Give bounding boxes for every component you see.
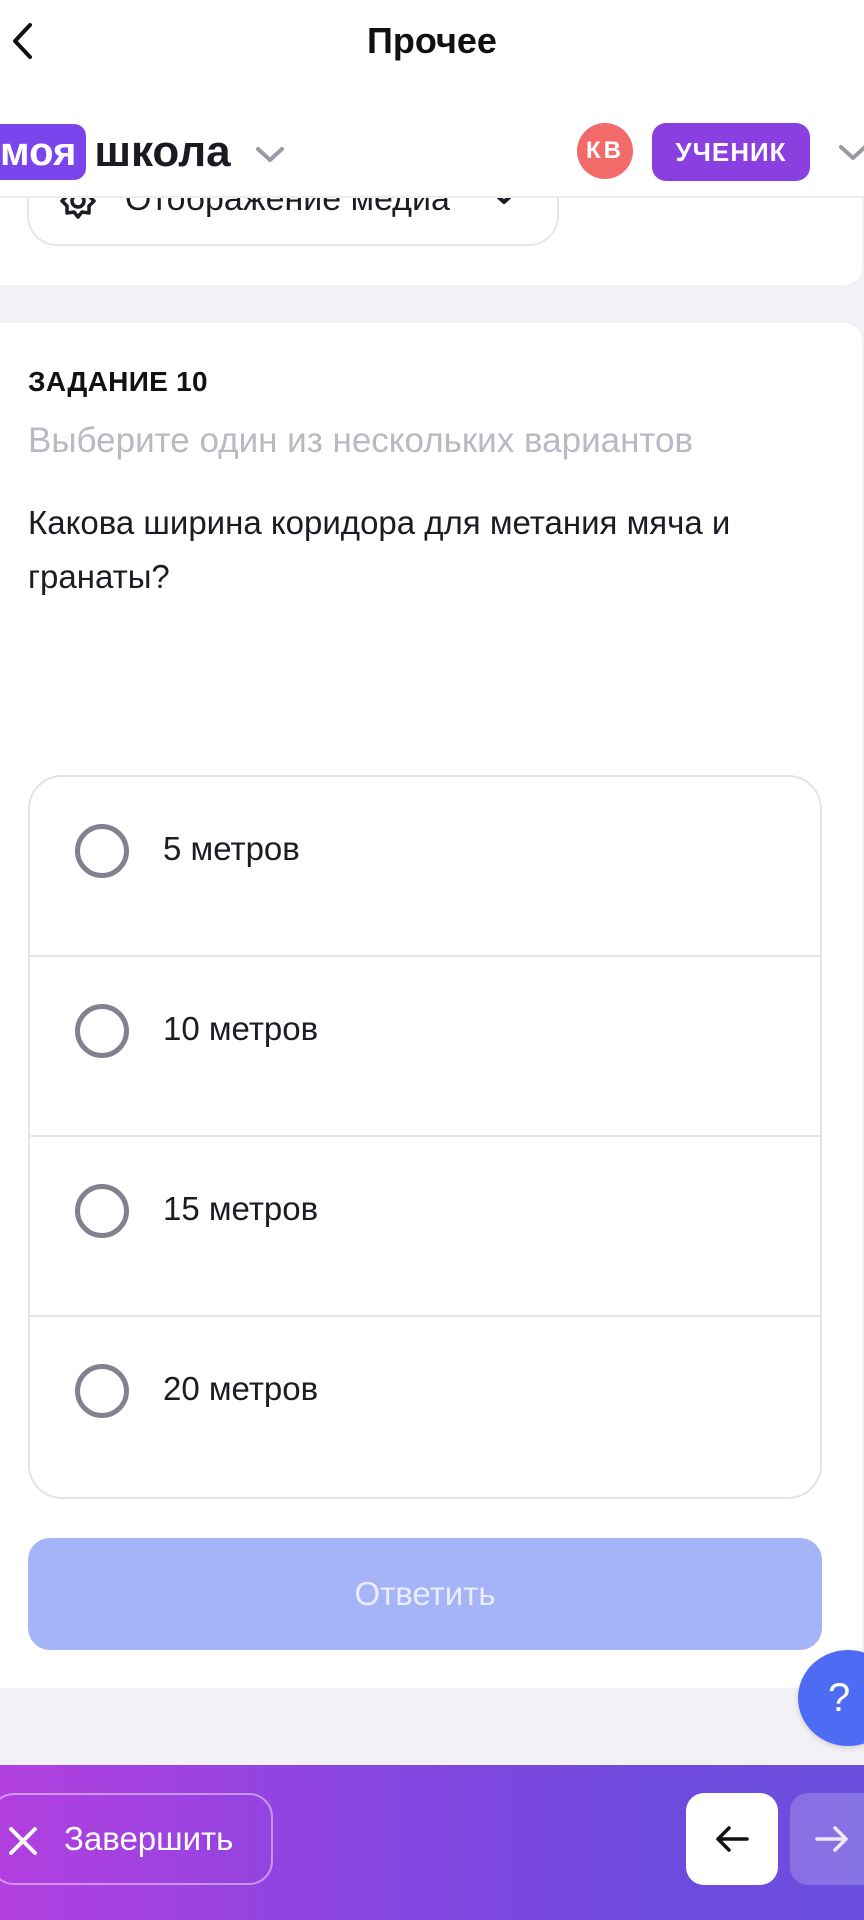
app-header: моя школа КВ УЧЕНИК — [0, 86, 864, 198]
arrow-left-icon — [716, 1826, 749, 1852]
finish-button[interactable]: Завершить — [0, 1793, 273, 1885]
task-number: ЗАДАНИЕ 10 — [28, 366, 208, 397]
previous-task-button[interactable] — [686, 1793, 778, 1885]
submit-answer-button[interactable]: Ответить — [28, 1538, 822, 1650]
radio-button[interactable] — [75, 824, 129, 878]
brand-switcher[interactable]: моя школа — [0, 124, 285, 180]
option-label: 20 метров — [163, 1370, 319, 1407]
brand-logo-shkola: школа — [94, 127, 231, 176]
page-title: Прочее — [367, 20, 497, 61]
chevron-down-icon — [255, 147, 284, 162]
task-question: Какова ширина коридора для метания мяча … — [28, 504, 731, 595]
role-badge[interactable]: УЧЕНИК — [652, 123, 810, 181]
answer-option[interactable]: 15 метров — [30, 1137, 820, 1317]
task-hint: Выберите один из нескольких вариантов — [28, 421, 694, 460]
brand-logo-moya: моя — [0, 124, 87, 180]
user-avatar[interactable]: КВ — [577, 123, 633, 179]
radio-button[interactable] — [75, 1184, 129, 1238]
role-chevron-down-icon[interactable] — [838, 144, 864, 162]
top-nav-bar: Прочее — [0, 0, 864, 86]
arrow-right-icon — [815, 1826, 848, 1852]
finish-button-label: Завершить — [64, 1820, 234, 1857]
radio-button[interactable] — [75, 1364, 129, 1418]
answer-option[interactable]: 20 метров — [30, 1317, 820, 1497]
answer-options: 5 метров 10 метров 15 метров 20 метров — [28, 775, 822, 1499]
answer-option[interactable]: 5 метров — [30, 777, 820, 957]
option-label: 15 метров — [163, 1190, 319, 1227]
next-task-button[interactable] — [790, 1793, 864, 1885]
close-icon — [9, 1827, 37, 1855]
option-label: 5 метров — [163, 830, 300, 867]
option-label: 10 метров — [163, 1010, 319, 1047]
bottom-action-bar: Завершить — [0, 1765, 864, 1920]
radio-button[interactable] — [75, 1004, 129, 1058]
answer-option[interactable]: 10 метров — [30, 957, 820, 1137]
